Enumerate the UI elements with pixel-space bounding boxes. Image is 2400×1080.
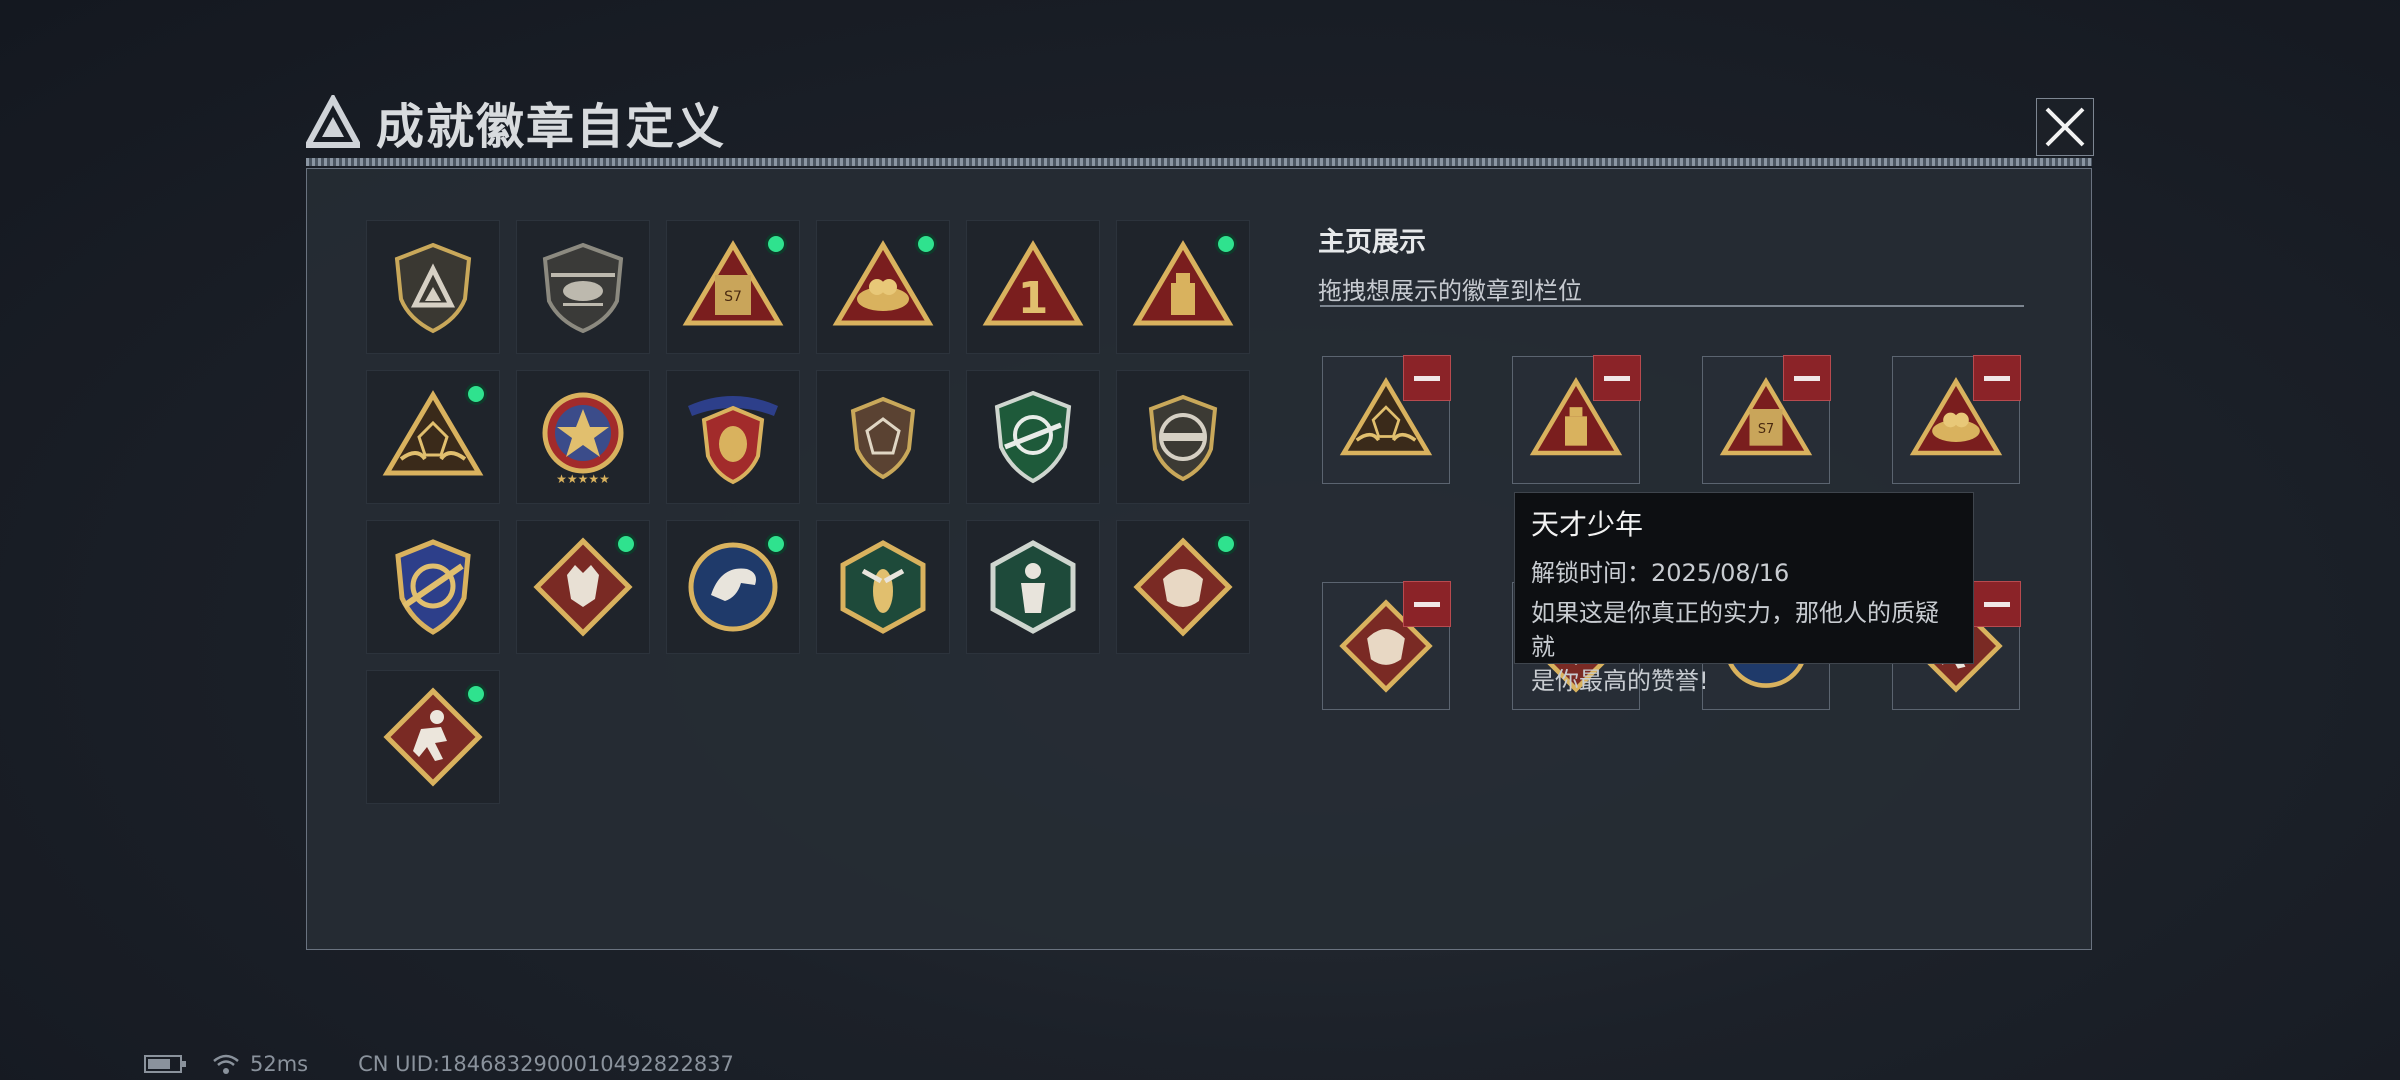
new-indicator-dot <box>465 683 487 705</box>
tooltip-badge-name: 天才少年 <box>1531 508 1644 541</box>
showcase-slot[interactable] <box>1322 581 1451 710</box>
number-one-badge-icon: 1 <box>982 240 1084 326</box>
badge-tile[interactable] <box>516 220 650 354</box>
new-indicator-dot <box>915 233 937 255</box>
tooltip-unlock-time: 解锁时间：2025/08/16 <box>1531 559 1790 587</box>
minus-icon <box>1984 601 2010 607</box>
network-indicator: 52ms <box>212 1052 308 1076</box>
badge-tile[interactable] <box>366 220 500 354</box>
crosshair-rifle-badge-icon <box>994 390 1072 484</box>
remove-badge-button[interactable] <box>1973 355 2021 401</box>
badge-tile[interactable] <box>666 370 800 504</box>
soldier-hexagon-badge-icon <box>990 540 1076 634</box>
badge-tile[interactable] <box>366 670 500 804</box>
badge-tile[interactable] <box>516 520 650 654</box>
badge-tile[interactable] <box>816 220 950 354</box>
badge-tile[interactable] <box>1116 370 1250 504</box>
badge-tile[interactable] <box>666 520 800 654</box>
ping-value: 52ms <box>250 1052 309 1076</box>
badge-tile[interactable] <box>966 520 1100 654</box>
close-icon <box>2045 107 2085 147</box>
remove-badge-button[interactable] <box>1783 355 1831 401</box>
sniper-crest-badge-icon <box>395 539 471 635</box>
remove-badge-button[interactable] <box>1973 581 2021 627</box>
remove-badge-button[interactable] <box>1403 581 1451 627</box>
shield-emblem-badge-icon <box>394 242 472 334</box>
minus-icon <box>1414 601 1440 607</box>
showcase-slot[interactable] <box>1512 355 1641 484</box>
new-indicator-dot <box>765 533 787 555</box>
badge-tooltip: 天才少年 解锁时间：2025/08/16 如果这是你真正的实力，那他人的质疑就 … <box>1514 492 1974 695</box>
new-indicator-dot <box>1215 533 1237 555</box>
badge-tile[interactable] <box>816 520 950 654</box>
new-indicator-dot <box>465 383 487 405</box>
minus-icon <box>1414 375 1440 381</box>
d20-shield-badge-icon <box>850 396 916 480</box>
showcase-slot[interactable] <box>1892 355 2021 484</box>
badge-text-one: 1 <box>1018 273 1049 324</box>
showcase-title: 主页展示 <box>1318 227 1426 258</box>
showcase-slot[interactable]: S7 <box>1702 355 1831 484</box>
new-indicator-dot <box>765 233 787 255</box>
badge-text-s7: S7 <box>1758 422 1774 437</box>
remove-badge-button[interactable] <box>1593 355 1641 401</box>
tooltip-description-line: 如果这是你真正的实力，那他人的质疑就 <box>1531 599 1939 661</box>
battery-icon <box>144 1055 186 1073</box>
window-header: 成就徽章自定义 <box>306 92 726 155</box>
minus-icon <box>1604 375 1630 381</box>
tooltip-description: 如果这是你真正的实力，那他人的质疑就 是你最高的赞誉! <box>1531 596 1957 698</box>
badge-tile[interactable]: 1 <box>966 220 1100 354</box>
status-bar: 52ms CN UID:1846832900010492822837 <box>144 1052 758 1076</box>
new-indicator-dot <box>615 533 637 555</box>
badge-text-s7: S7 <box>724 289 742 305</box>
helicopter-badge-icon <box>542 242 624 334</box>
close-button[interactable] <box>2036 98 2094 156</box>
uid-label: CN UID:1846832900010492822837 <box>358 1052 734 1076</box>
badge-tile[interactable] <box>366 370 500 504</box>
badge-tile[interactable] <box>816 370 950 504</box>
showcase-header: 主页展示 拖拽想展示的徽章到栏位 <box>1318 220 1582 306</box>
remove-badge-button[interactable] <box>1403 355 1451 401</box>
showcase-slot[interactable] <box>1322 355 1451 484</box>
new-indicator-dot <box>1215 233 1237 255</box>
star-medal-badge-icon: ★★★★★ <box>542 392 624 486</box>
panel-top-border <box>306 158 2092 166</box>
tooltip-description-line: 是你最高的赞誉! <box>1531 667 1709 695</box>
wifi-icon <box>213 1054 239 1074</box>
badge-tile[interactable] <box>366 520 500 654</box>
showcase-subtitle: 拖拽想展示的徽章到栏位 <box>1318 277 1582 305</box>
badge-tile[interactable]: S7 <box>666 220 800 354</box>
minus-icon <box>1794 375 1820 381</box>
winged-shield-badge-icon <box>688 396 778 485</box>
game-logo-icon <box>306 95 360 148</box>
minus-icon <box>1984 375 2010 381</box>
badge-tile[interactable] <box>966 370 1100 504</box>
badge-tile[interactable] <box>1116 520 1250 654</box>
page-title: 成就徽章自定义 <box>376 99 727 155</box>
svg-text:★★★★★: ★★★★★ <box>556 472 610 486</box>
badge-tile[interactable]: ★★★★★ <box>516 370 650 504</box>
battery-indicator <box>144 1054 188 1074</box>
hornet-hexagon-badge-icon <box>840 540 926 634</box>
gun-shield-badge-icon <box>1148 394 1218 482</box>
badge-tile[interactable] <box>1116 220 1250 354</box>
showcase-divider <box>1320 305 2024 307</box>
